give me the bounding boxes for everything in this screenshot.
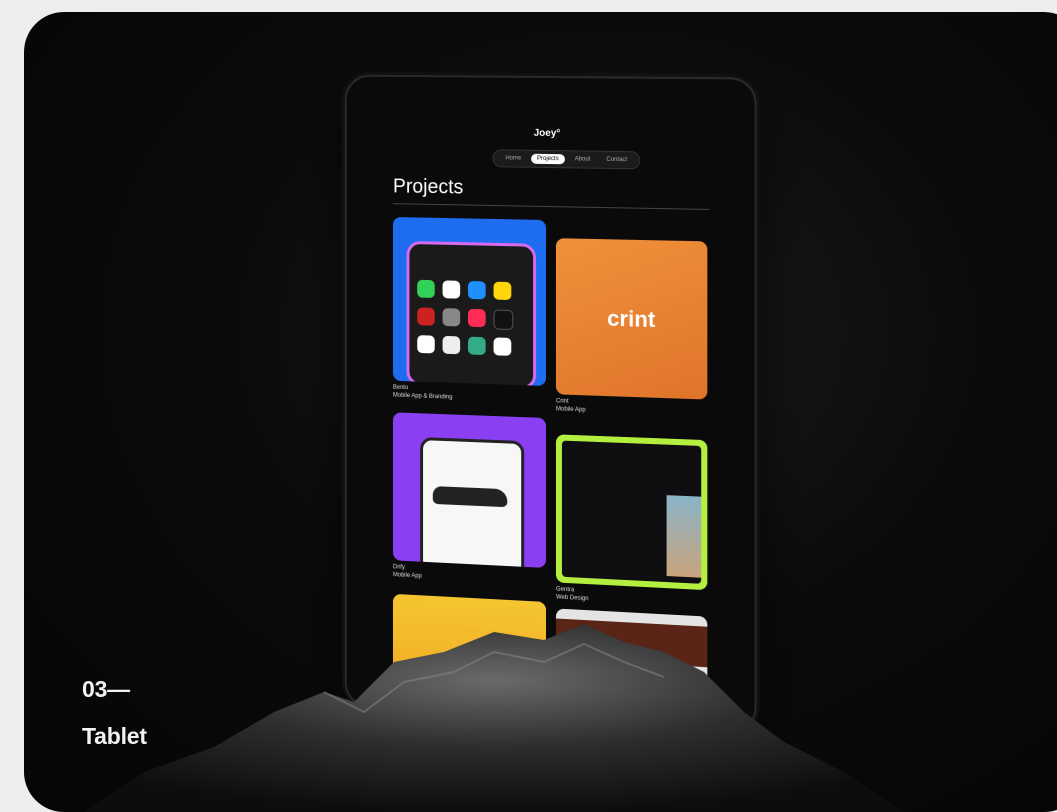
section-title: Tablet	[82, 723, 147, 750]
showcase-card: Joey° Home Projects About Contact Projec…	[24, 12, 1057, 812]
section-number: 03—	[82, 676, 130, 703]
rock-image	[24, 12, 1057, 812]
